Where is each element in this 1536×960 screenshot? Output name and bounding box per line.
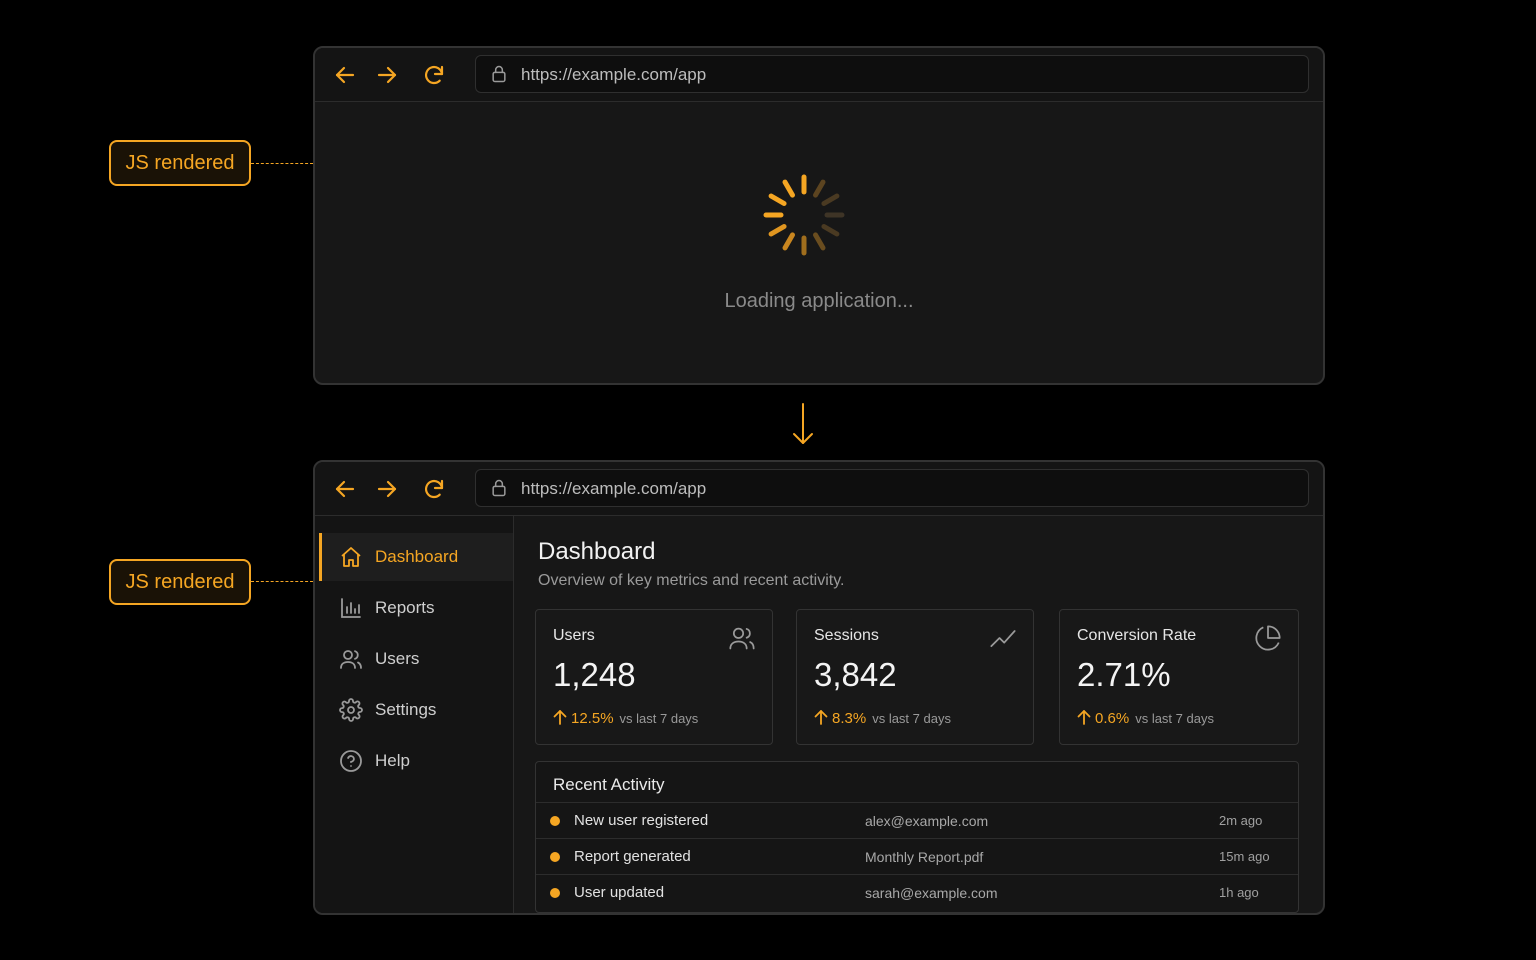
- badge-connector-line: [251, 163, 313, 164]
- metric-delta-value: 8.3%: [832, 710, 867, 727]
- metric-delta: 12.5% vs last 7 days: [553, 709, 698, 727]
- metric-compare-label: vs last 7 days: [1135, 711, 1214, 726]
- browser-window-dashboard: https://example.com/app Dashboard Report…: [313, 460, 1325, 915]
- browser-toolbar: https://example.com/app: [315, 462, 1323, 516]
- page-subtitle: Overview of key metrics and recent activ…: [538, 572, 845, 589]
- sidebar-item-label: Reports: [375, 598, 435, 617]
- loading-message: Loading application...: [724, 290, 914, 312]
- activity-time: 15m ago: [1219, 849, 1270, 864]
- arrow-up-icon: [1077, 709, 1091, 725]
- sidebar-item-reports[interactable]: Reports: [319, 584, 513, 632]
- page-title: Dashboard: [538, 538, 656, 565]
- recent-activity-panel: Recent Activity New user registered alex…: [535, 761, 1299, 913]
- js-rendered-badge: JS rendered: [109, 559, 251, 605]
- metric-value: 2.71%: [1077, 656, 1171, 693]
- address-bar[interactable]: https://example.com/app: [475, 469, 1309, 507]
- lock-icon: [489, 64, 509, 84]
- metric-delta: 0.6% vs last 7 days: [1077, 709, 1214, 727]
- sidebar-item-label: Help: [375, 751, 410, 770]
- metric-value: 3,842: [814, 656, 897, 693]
- arrow-up-icon: [553, 709, 567, 725]
- sidebar-item-label: Users: [375, 649, 420, 668]
- trend-line-icon: [989, 624, 1017, 652]
- arrow-up-icon: [814, 709, 828, 725]
- sidebar-item-users[interactable]: Users: [319, 635, 513, 683]
- address-bar[interactable]: https://example.com/app: [475, 55, 1309, 93]
- metric-card-users[interactable]: Users 1,248 12.5% vs last 7 days: [535, 609, 773, 745]
- metric-delta: 8.3% vs last 7 days: [814, 709, 951, 727]
- gear-icon: [339, 698, 363, 722]
- metric-card-sessions[interactable]: Sessions 3,842 8.3% vs last 7 days: [796, 609, 1034, 745]
- metric-label: Users: [553, 627, 595, 644]
- js-rendered-badge: JS rendered: [109, 140, 251, 186]
- sidebar-item-help[interactable]: Help: [319, 737, 513, 785]
- back-arrow-icon[interactable]: [333, 63, 357, 87]
- activity-detail: sarah@example.com: [865, 885, 998, 901]
- reload-icon[interactable]: [422, 63, 446, 87]
- sidebar-item-label: Dashboard: [375, 547, 459, 566]
- activity-detail: alex@example.com: [865, 813, 989, 829]
- forward-arrow-icon[interactable]: [375, 477, 399, 501]
- metric-compare-label: vs last 7 days: [872, 711, 951, 726]
- reload-icon[interactable]: [422, 477, 446, 501]
- loading-spinner-icon: [759, 170, 849, 260]
- help-circle-icon: [339, 749, 363, 773]
- activity-detail: Monthly Report.pdf: [865, 849, 984, 865]
- forward-arrow-icon[interactable]: [375, 63, 399, 87]
- metric-card-conversion-rate[interactable]: Conversion Rate 2.71% 0.6% vs last 7 days: [1059, 609, 1299, 745]
- lock-icon: [489, 478, 509, 498]
- activity-row[interactable]: User updated sarah@example.com 1h ago: [536, 874, 1298, 911]
- browser-window-loading: https://example.com/app Loading applicat…: [313, 46, 1325, 385]
- activity-event: Report generated: [574, 848, 691, 865]
- metric-compare-label: vs last 7 days: [619, 711, 699, 726]
- recent-activity-title: Recent Activity: [553, 775, 665, 794]
- activity-event: New user registered: [574, 812, 709, 829]
- home-icon: [339, 545, 363, 569]
- activity-time: 1h ago: [1219, 885, 1259, 900]
- users-icon: [339, 647, 363, 671]
- metric-label: Sessions: [814, 627, 879, 644]
- activity-row[interactable]: Report generated Monthly Report.pdf 15m …: [536, 838, 1298, 875]
- address-url: https://example.com/app: [521, 479, 707, 498]
- address-url: https://example.com/app: [521, 65, 707, 84]
- sidebar: Dashboard Reports Users Settings Help: [315, 516, 514, 913]
- browser-toolbar: https://example.com/app: [315, 48, 1323, 102]
- back-arrow-icon[interactable]: [333, 477, 357, 501]
- status-dot-icon: [550, 888, 560, 898]
- sidebar-item-settings[interactable]: Settings: [319, 686, 513, 734]
- bar-chart-icon: [339, 596, 363, 620]
- activity-event: User updated: [574, 884, 665, 901]
- down-arrow-icon: [791, 402, 815, 446]
- metric-delta-value: 0.6%: [1095, 710, 1130, 727]
- activity-row[interactable]: New user registered alex@example.com 2m …: [536, 802, 1298, 839]
- users-icon: [728, 624, 756, 652]
- metric-label: Conversion Rate: [1077, 627, 1197, 644]
- metric-delta-value: 12.5%: [571, 710, 614, 727]
- sidebar-item-dashboard[interactable]: Dashboard: [319, 533, 513, 581]
- sidebar-item-label: Settings: [375, 700, 437, 719]
- status-dot-icon: [550, 852, 560, 862]
- status-dot-icon: [550, 816, 560, 826]
- pie-chart-icon: [1254, 624, 1282, 652]
- badge-connector-line: [251, 581, 313, 582]
- activity-time: 2m ago: [1219, 813, 1263, 828]
- metric-value: 1,248: [553, 656, 636, 693]
- main-content: Dashboard Overview of key metrics and re…: [514, 516, 1323, 913]
